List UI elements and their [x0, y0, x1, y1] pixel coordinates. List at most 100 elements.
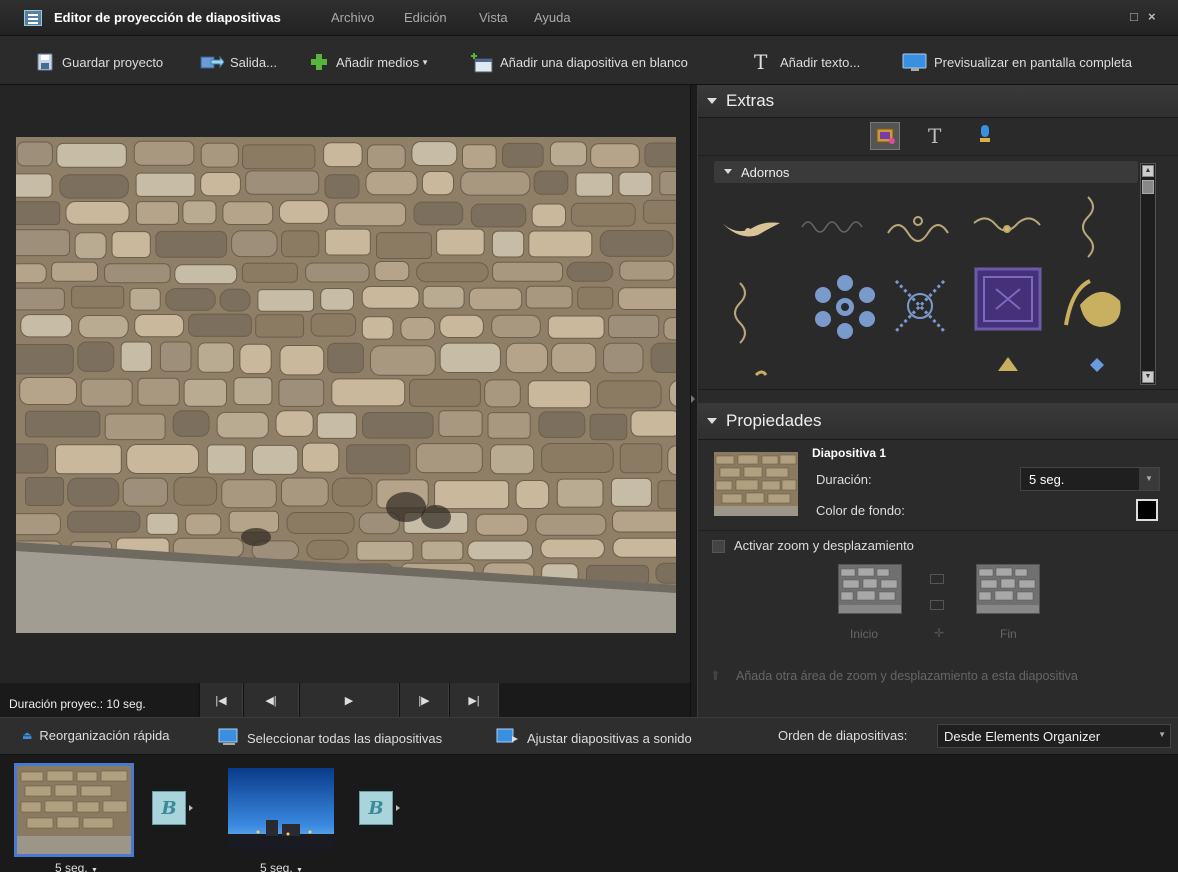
title-bar: Editor de proyección de diapositivas Arc… [0, 0, 1178, 36]
slide-order-select[interactable]: Desde Elements Organizer ▼ [937, 724, 1171, 748]
snowflake-icon[interactable] [894, 279, 946, 333]
frame-icon[interactable] [974, 267, 1042, 331]
diamond-icon[interactable] [1090, 358, 1104, 372]
quick-reorder-button[interactable]: ⏏ Reorganización rápida [22, 728, 170, 743]
scroll-thumb[interactable] [1142, 180, 1154, 194]
project-duration: Duración proyec.: 10 seg. [9, 697, 146, 711]
extras-header[interactable]: Extras [698, 85, 1178, 118]
add-icon [310, 53, 330, 71]
restore-icon[interactable]: □ [1130, 9, 1138, 24]
transition-2-icon: B [368, 797, 384, 819]
duration-select[interactable]: 5 seg. ▼ [1020, 467, 1160, 491]
menu-vista[interactable]: Vista [479, 10, 508, 25]
add-text-label: Añadir texto... [780, 54, 861, 70]
next-icon: |▶ [418, 694, 430, 707]
panel-resize-handle[interactable] [698, 389, 1178, 403]
select-all-label: Seleccionar todas las diapositivas [247, 731, 443, 746]
zoom-end-thumb[interactable] [976, 564, 1040, 614]
ornament-3[interactable] [887, 216, 949, 242]
output-button[interactable]: Salida... [200, 52, 277, 72]
output-label: Salida... [230, 54, 277, 70]
add-media-button[interactable]: Añadir medios ▼ [310, 52, 429, 72]
close-icon[interactable]: × [1148, 9, 1156, 24]
copy-icon[interactable] [930, 600, 944, 610]
expand-arrow-icon [707, 98, 717, 104]
text-tab[interactable]: T [928, 124, 941, 148]
select-all-slides-button[interactable]: Seleccionar todas las diapositivas [218, 728, 442, 749]
scroll-down-icon[interactable]: ▼ [1142, 371, 1154, 383]
playback-controls: Duración proyec.: 10 seg. |◀ ◀| ▶ |▶ ▶| [0, 683, 690, 717]
zoom-checkbox[interactable] [712, 540, 725, 553]
ornament-5[interactable] [1082, 196, 1094, 258]
bg-color-swatch[interactable] [1136, 499, 1158, 521]
adornos-header[interactable]: Adornos [714, 161, 1138, 183]
zoom-label: Activar zoom y desplazamiento [734, 538, 914, 553]
leaf-icon[interactable] [1064, 279, 1121, 327]
right-panel: Extras T Adornos ▲ ▼ Propiedades Diaposi… [698, 85, 1178, 717]
divider [698, 530, 1178, 531]
transition-1[interactable]: B [152, 791, 186, 825]
first-icon: |◀ [215, 694, 227, 707]
slide-2-duration[interactable]: 5 seg. ▼ [260, 861, 303, 872]
slide-1[interactable] [14, 763, 134, 857]
graphics-tab[interactable] [870, 122, 900, 150]
audio-fit-icon [496, 728, 520, 749]
quick-reorder-label: Reorganización rápida [39, 728, 170, 743]
preview-image [16, 137, 676, 633]
end-label: Fin [1000, 627, 1017, 641]
save-project-button[interactable]: Guardar proyecto [36, 52, 163, 72]
transition-1-icon: B [161, 797, 177, 819]
narration-tab[interactable] [978, 124, 992, 149]
start-label: Inicio [850, 627, 879, 641]
chevron-down-icon: ▼ [1158, 730, 1166, 739]
play-button[interactable]: ▶ [299, 683, 399, 717]
ornament-6[interactable] [734, 282, 746, 344]
transition-2[interactable]: B [359, 791, 393, 825]
fit-to-audio-button[interactable]: Ajustar diapositivas a sonido [496, 728, 692, 749]
extras-title: Extras [726, 91, 775, 110]
output-icon [200, 53, 225, 71]
menu-edicion[interactable]: Edición [404, 10, 447, 25]
swap-icon[interactable] [930, 574, 944, 584]
slide-1-duration[interactable]: 5 seg. ▼ [55, 861, 98, 872]
add-blank-slide-button[interactable]: Añadir una diapositiva en blanco [470, 52, 688, 73]
ornament-4[interactable] [973, 217, 1041, 233]
next-slide-button[interactable]: |▶ [399, 683, 449, 717]
slide-order-value: Desde Elements Organizer [944, 729, 1101, 744]
duration-label: Duración: [816, 472, 872, 487]
adornos-scrollbar[interactable]: ▲ ▼ [1140, 163, 1156, 385]
triangle-icon[interactable] [998, 357, 1018, 371]
last-slide-button[interactable]: ▶| [449, 683, 499, 717]
panel-splitter[interactable] [690, 85, 698, 717]
swirl-icon[interactable] [754, 370, 768, 377]
first-slide-button[interactable]: |◀ [199, 683, 243, 717]
menu-archivo[interactable]: Archivo [331, 10, 374, 25]
ornament-1[interactable] [722, 222, 780, 237]
dropdown-icon: ▼ [421, 57, 430, 67]
expand-arrow-icon [724, 169, 732, 174]
adornos-title: Adornos [741, 165, 790, 180]
collapse-arrow-icon[interactable] [691, 395, 695, 403]
eject-icon: ⏏ [22, 730, 33, 742]
duration-value: 5 seg. [1029, 472, 1065, 487]
transition-arrow-icon[interactable] [396, 805, 400, 811]
ornament-2[interactable] [801, 221, 863, 233]
chevron-down-icon: ▼ [1139, 468, 1159, 490]
add-text-button[interactable]: T Añadir texto... [754, 52, 860, 72]
add-blank-slide-label: Añadir una diapositiva en blanco [500, 54, 688, 70]
filmstrip: 5 seg. ▼ B 5 seg. ▼ B [0, 755, 1178, 872]
properties-title: Propiedades [726, 411, 822, 430]
slide-2[interactable] [228, 768, 334, 850]
flower-icon[interactable] [815, 275, 875, 339]
add-zoom-area-link[interactable]: Añada otra área de zoom y desplazamiento… [736, 669, 1078, 683]
zoom-start-thumb[interactable] [838, 564, 902, 614]
properties-header[interactable]: Propiedades [698, 403, 1178, 440]
fullscreen-preview-button[interactable]: Previsualizar en pantalla completa [902, 52, 1132, 72]
add-area-icon: ⬆ [710, 668, 721, 683]
transition-arrow-icon[interactable] [189, 805, 193, 811]
prev-icon: ◀| [265, 694, 277, 707]
scroll-up-icon[interactable]: ▲ [1142, 165, 1154, 177]
text-icon: T [754, 50, 768, 74]
menu-ayuda[interactable]: Ayuda [534, 10, 571, 25]
prev-slide-button[interactable]: ◀| [243, 683, 299, 717]
